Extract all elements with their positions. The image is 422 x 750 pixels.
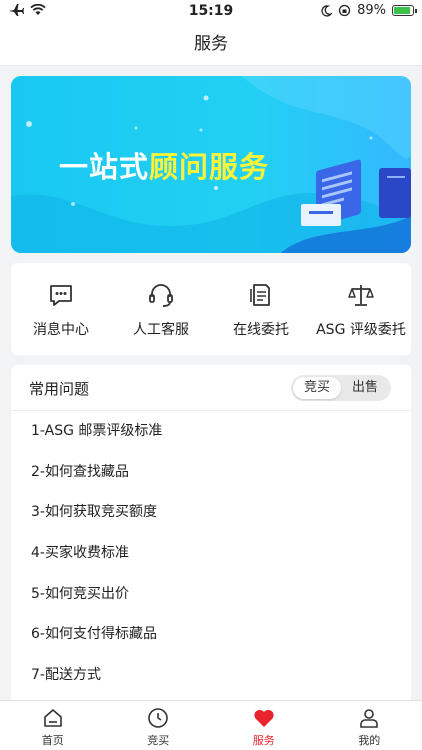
faq-list: 1-ASG 邮票评级标准 2-如何查找藏品 3-如何获取竞买额度 4-买家收费标… xyxy=(11,411,411,696)
status-bar: 15:19 89% xyxy=(0,0,422,24)
nav-bar: 服务 xyxy=(0,24,422,66)
tab-bidding[interactable]: 竞买 xyxy=(106,701,212,750)
tab-label: 服务 xyxy=(252,734,275,747)
battery-icon xyxy=(392,5,417,16)
segment-buy[interactable]: 竞买 xyxy=(293,377,341,399)
faq-item[interactable]: 3-如何获取竞买额度 xyxy=(11,492,411,533)
faq-item[interactable]: 6-如何支付得标藏品 xyxy=(11,614,411,655)
home-icon xyxy=(43,709,62,727)
segment-sell[interactable]: 出售 xyxy=(341,377,389,399)
service-label: 人工客服 xyxy=(133,322,189,338)
service-customer-support[interactable]: 人工客服 xyxy=(111,263,211,355)
service-label: ASG 评级委托 xyxy=(316,322,406,338)
scale-icon xyxy=(348,285,374,306)
headset-icon xyxy=(149,284,173,307)
message-icon xyxy=(50,285,72,306)
service-grid: 消息中心 人工客服 在线委托 ASG 评级委托 xyxy=(11,263,411,355)
status-right: 89% xyxy=(320,3,417,18)
tab-label: 我的 xyxy=(358,734,381,747)
banner-title-plain: 一站式 xyxy=(59,150,150,184)
service-online-consignment[interactable]: 在线委托 xyxy=(211,263,311,355)
heart-icon xyxy=(254,709,274,727)
tab-profile[interactable]: 我的 xyxy=(317,701,422,750)
banner-title-highlight: 顾问服务 xyxy=(149,150,270,184)
banner-title: 一站式顾问服务 xyxy=(59,144,269,186)
service-label: 消息中心 xyxy=(33,322,89,338)
tab-home[interactable]: 首页 xyxy=(0,701,106,750)
faq-segment-control: 竞买 出售 xyxy=(291,375,391,401)
tab-label: 竞买 xyxy=(147,734,170,747)
page-title: 服务 xyxy=(194,34,228,54)
user-icon xyxy=(360,709,379,728)
moon-icon xyxy=(321,4,333,17)
tab-label: 首页 xyxy=(41,734,64,747)
document-icon xyxy=(250,284,270,306)
faq-panel: 常用问题 竞买 出售 1-ASG 邮票评级标准 2-如何查找藏品 3-如何获取竞… xyxy=(11,365,411,700)
faq-item[interactable]: 1-ASG 邮票评级标准 xyxy=(11,411,411,452)
service-asg-grading[interactable]: ASG 评级委托 xyxy=(311,263,411,355)
faq-header: 常用问题 竞买 出售 xyxy=(11,365,411,411)
faq-item[interactable]: 7-配送方式 xyxy=(11,655,411,696)
faq-title: 常用问题 xyxy=(29,380,90,398)
faq-item[interactable]: 4-买家收费标准 xyxy=(11,533,411,574)
tab-bar: 首页 竞买 服务 我的 xyxy=(0,700,422,750)
service-message-center[interactable]: 消息中心 xyxy=(11,263,111,355)
service-label: 在线委托 xyxy=(233,322,289,338)
clock-icon xyxy=(148,708,169,728)
tab-service[interactable]: 服务 xyxy=(211,701,317,750)
battery-percent: 89% xyxy=(357,3,386,18)
faq-item[interactable]: 5-如何竞买出价 xyxy=(11,574,411,615)
promo-banner[interactable]: 一站式顾问服务 xyxy=(11,76,411,253)
orientation-lock-icon xyxy=(338,4,351,17)
faq-item[interactable]: 2-如何查找藏品 xyxy=(11,452,411,493)
